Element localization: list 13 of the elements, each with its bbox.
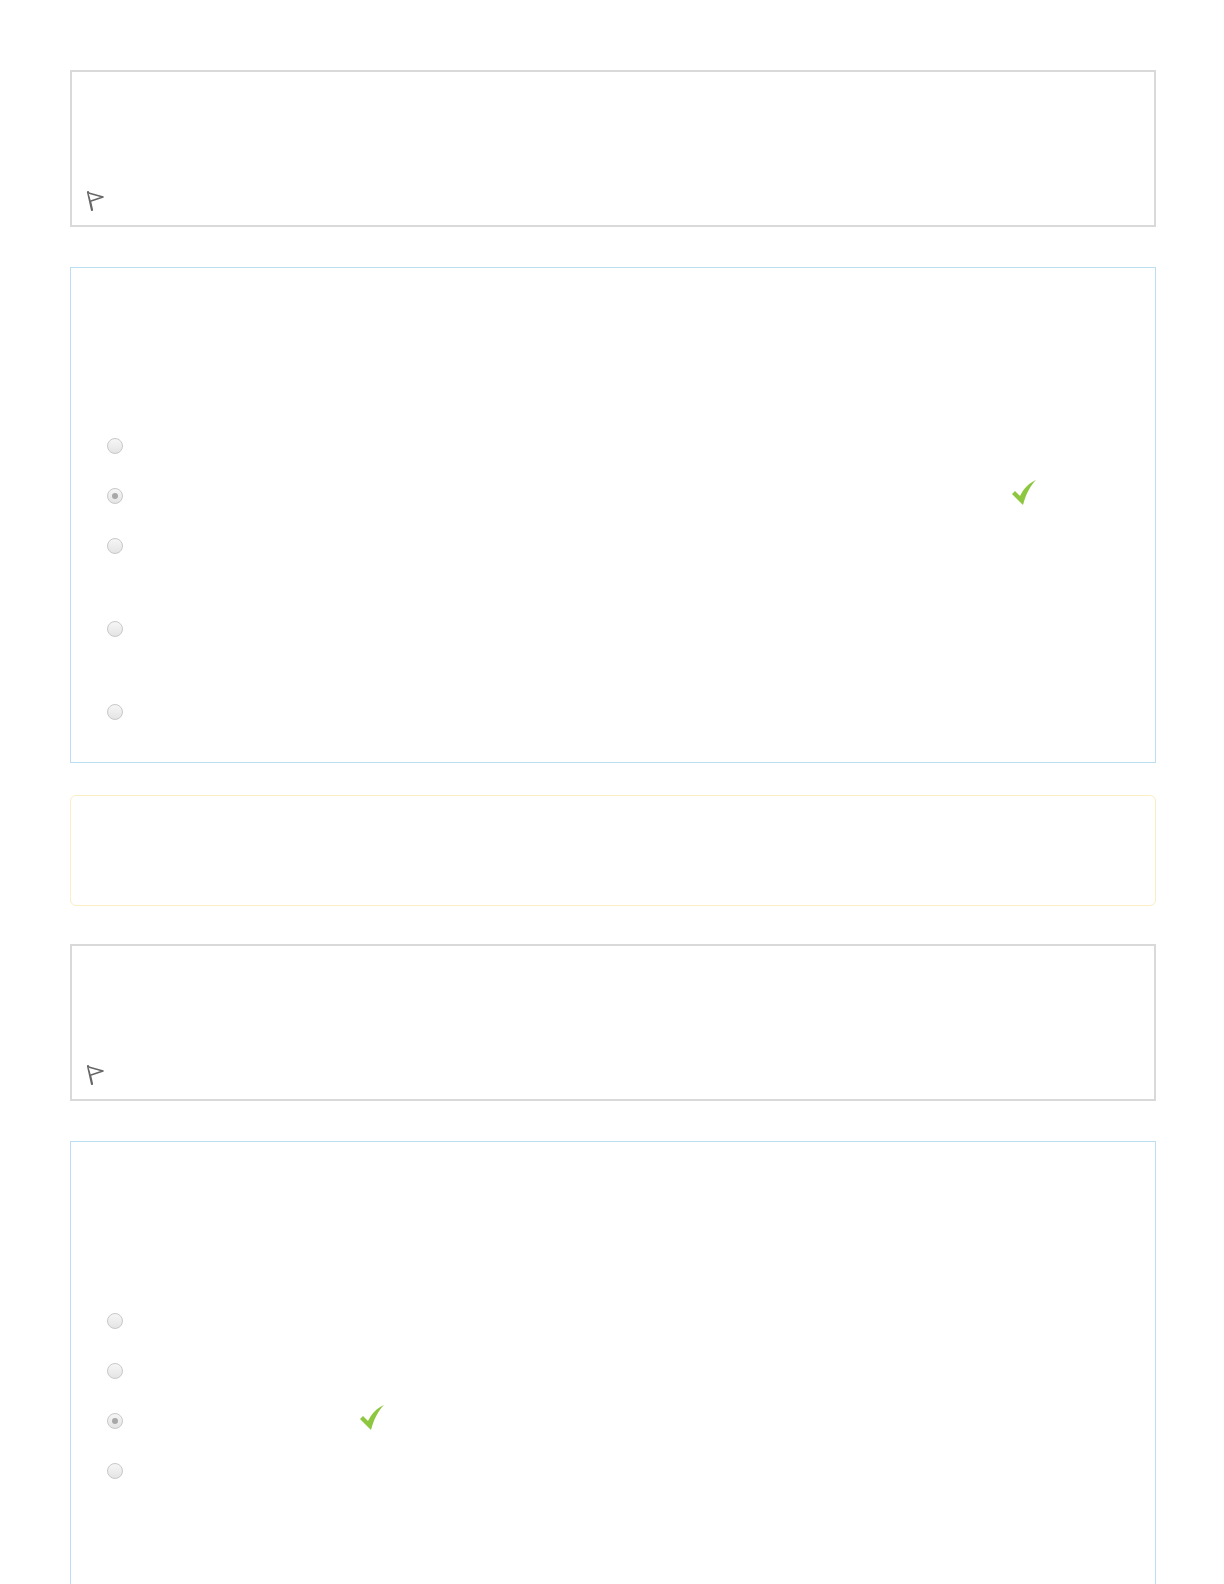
radio-button[interactable]	[107, 1313, 123, 1329]
radio-button[interactable]	[107, 438, 123, 454]
checkmark-icon	[1011, 480, 1037, 506]
radio-button[interactable]	[107, 1363, 123, 1379]
checkmark-icon	[359, 1405, 385, 1431]
flag-icon[interactable]	[85, 190, 105, 212]
radio-button[interactable]	[107, 621, 123, 637]
radio-button[interactable]	[107, 1413, 123, 1429]
radio-button[interactable]	[107, 704, 123, 720]
radio-button[interactable]	[107, 488, 123, 504]
radio-button[interactable]	[107, 1463, 123, 1479]
radio-button[interactable]	[107, 538, 123, 554]
flag-icon[interactable]	[85, 1064, 105, 1086]
